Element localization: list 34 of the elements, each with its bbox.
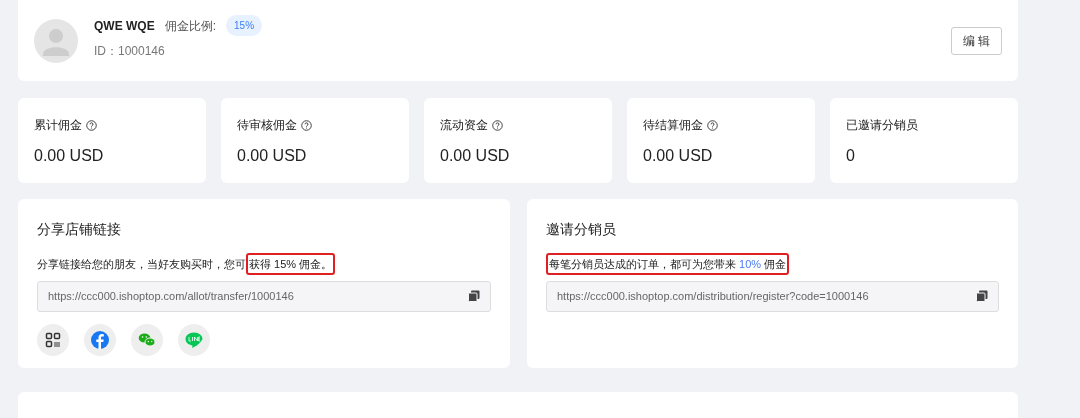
user-id: ID：1000146 [94,43,166,60]
help-icon[interactable] [301,119,312,131]
panel-description: 每笔分销员达成的订单，都可为您带来 10% 佣金 [546,256,790,273]
help-icon[interactable] [492,119,503,131]
stat-label: 累计佣金 [34,117,82,134]
stat-value: 0.00 USD [34,146,105,166]
panel-description: 分享链接给您的朋友，当好友购买时，您可 获得 15% 佣金。 [37,256,336,273]
stat-label: 待审核佣金 [237,117,297,134]
copy-icon[interactable] [468,290,480,302]
link-field[interactable]: https://ccc000.ishoptop.com/distribution/register?code=1000146 [546,280,999,312]
stat-label: 流动资金 [440,117,488,134]
rate-label: 佣金比例: [164,17,216,35]
edit-button[interactable]: 编 辑 [950,26,1002,55]
link-text: https://ccc000.ishoptop.com/allot/transfer/1000146 [48,288,294,304]
link-field[interactable]: https://ccc000.ishoptop.com/allot/transfer/1000146 [37,280,491,312]
panel-title: 邀请分销员 [546,220,617,239]
avatar-icon [34,18,78,63]
stat-label: 已邀请分销员 [846,117,918,134]
stat-value: 0.00 USD [440,146,511,166]
rate-badge: 15% [226,15,263,36]
stat-value: 0 [846,146,856,166]
copy-icon[interactable] [976,290,988,302]
stat-label: 待结算佣金 [643,117,703,134]
stat-value: 0.00 USD [643,146,714,166]
speech-bubble-icon[interactable] [178,323,210,356]
facebook-icon[interactable] [84,323,116,356]
help-icon[interactable] [86,119,97,131]
qr-code-icon[interactable] [37,323,69,356]
user-name: QWE WQE [94,17,155,35]
chat-bubbles-icon[interactable] [131,323,163,356]
panel-title: 分享店铺链接 [37,220,122,239]
help-icon[interactable] [707,119,718,131]
stat-value: 0.00 USD [237,146,308,166]
link-text: https://ccc000.ishoptop.com/distribution/register?code=1000146 [557,288,869,304]
